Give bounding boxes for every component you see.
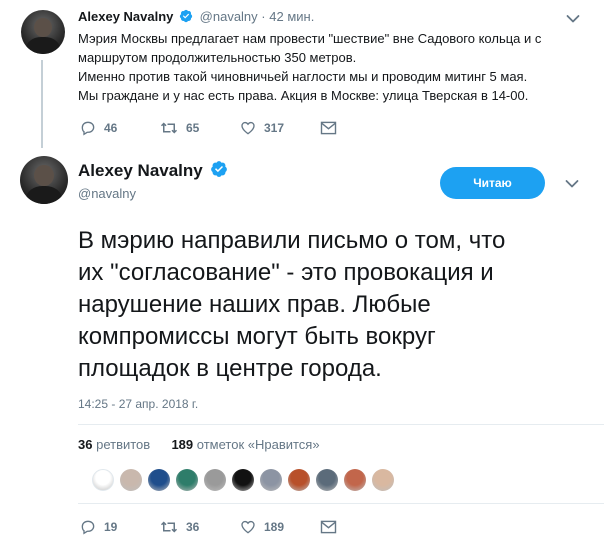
chevron-down-icon[interactable] <box>566 14 580 24</box>
like-count: 317 <box>264 121 285 135</box>
tweet-line: их "согласование" - это провокация и <box>78 259 494 286</box>
like-count: 189 <box>264 520 285 534</box>
liker-avatar[interactable] <box>260 469 282 491</box>
avatar[interactable] <box>21 10 65 54</box>
author-name[interactable]: Alexey Navalny <box>78 161 203 180</box>
tweet2-actions: 19 36 189 <box>80 519 337 535</box>
message-button[interactable] <box>320 520 337 534</box>
liker-avatar[interactable] <box>316 469 338 491</box>
author-handle[interactable]: @navalny <box>78 186 136 201</box>
liker-avatars <box>92 469 400 491</box>
tweet2-text: В мэрию направили письмо о том, что их "… <box>78 225 588 385</box>
message-button[interactable] <box>320 121 337 135</box>
retweet-icon <box>160 122 178 134</box>
liker-avatar[interactable] <box>148 469 170 491</box>
retweet-icon <box>160 521 178 533</box>
tweet-line: Мы граждане и у нас есть права. Акция в … <box>78 88 529 103</box>
reply-button[interactable]: 19 <box>80 519 160 535</box>
verified-badge-icon <box>211 161 228 177</box>
tweet1-actions: 46 65 317 <box>80 120 337 136</box>
retweet-count: 36 <box>186 520 200 534</box>
divider <box>78 424 604 425</box>
reply-count: 19 <box>104 520 118 534</box>
engagement-stats: 36 ретвитов 189 отметок «Нравится» <box>78 437 320 452</box>
tweet-line: площадок в центре города. <box>78 355 382 382</box>
envelope-icon <box>320 121 337 135</box>
like-stat[interactable]: 189 отметок «Нравится» <box>171 437 319 452</box>
reply-icon <box>81 520 95 535</box>
following-button[interactable]: Читаю <box>440 167 545 199</box>
thread-connector <box>41 60 43 148</box>
heart-icon <box>241 520 255 534</box>
tweet-line: В мэрию направили письмо о том, что <box>78 227 506 254</box>
liker-avatar[interactable] <box>232 469 254 491</box>
author-handle[interactable]: @navalny <box>200 9 258 24</box>
tweet1-header: Alexey Navalny @navalny · 42 мин. <box>78 9 314 24</box>
liker-avatar[interactable] <box>176 469 198 491</box>
tweet-line: Именно против такой чиновничьей наглости… <box>78 69 528 84</box>
retweet-button[interactable]: 65 <box>160 120 240 136</box>
tweet1-text: Мэрия Москвы предлагает нам провести "ше… <box>78 29 578 105</box>
retweet-button[interactable]: 36 <box>160 519 240 535</box>
tweet-line: Мэрия Москвы предлагает нам провести "ше… <box>78 31 542 46</box>
chevron-down-icon[interactable] <box>565 179 579 189</box>
author-name[interactable]: Alexey Navalny <box>78 9 173 24</box>
tweet-timestamp[interactable]: 14:25 - 27 апр. 2018 г. <box>78 397 198 411</box>
avatar[interactable] <box>20 156 68 204</box>
tweet2-author: Alexey Navalny <box>78 160 228 181</box>
reply-count: 46 <box>104 121 118 135</box>
envelope-icon <box>320 520 337 534</box>
tweet-time[interactable]: 42 мин. <box>269 9 314 24</box>
like-button[interactable]: 317 <box>240 120 320 136</box>
liker-avatar[interactable] <box>372 469 394 491</box>
liker-avatar[interactable] <box>288 469 310 491</box>
divider <box>78 503 604 504</box>
like-button[interactable]: 189 <box>240 519 320 535</box>
separator-dot: · <box>261 9 266 24</box>
liker-avatar[interactable] <box>120 469 142 491</box>
verified-badge-icon <box>179 9 193 23</box>
tweet-line: нарушение наших прав. Любые <box>78 291 431 318</box>
tweet-line: компромиссы могут быть вокруг <box>78 323 436 350</box>
heart-icon <box>241 121 255 135</box>
liker-avatar[interactable] <box>204 469 226 491</box>
retweet-count: 65 <box>186 121 200 135</box>
liker-avatar[interactable] <box>92 469 114 491</box>
tweet-line: маршрутом продолжительностью 350 метров. <box>78 50 357 65</box>
reply-icon <box>81 121 95 136</box>
liker-avatar[interactable] <box>344 469 366 491</box>
retweet-stat[interactable]: 36 ретвитов <box>78 437 150 452</box>
reply-button[interactable]: 46 <box>80 120 160 136</box>
